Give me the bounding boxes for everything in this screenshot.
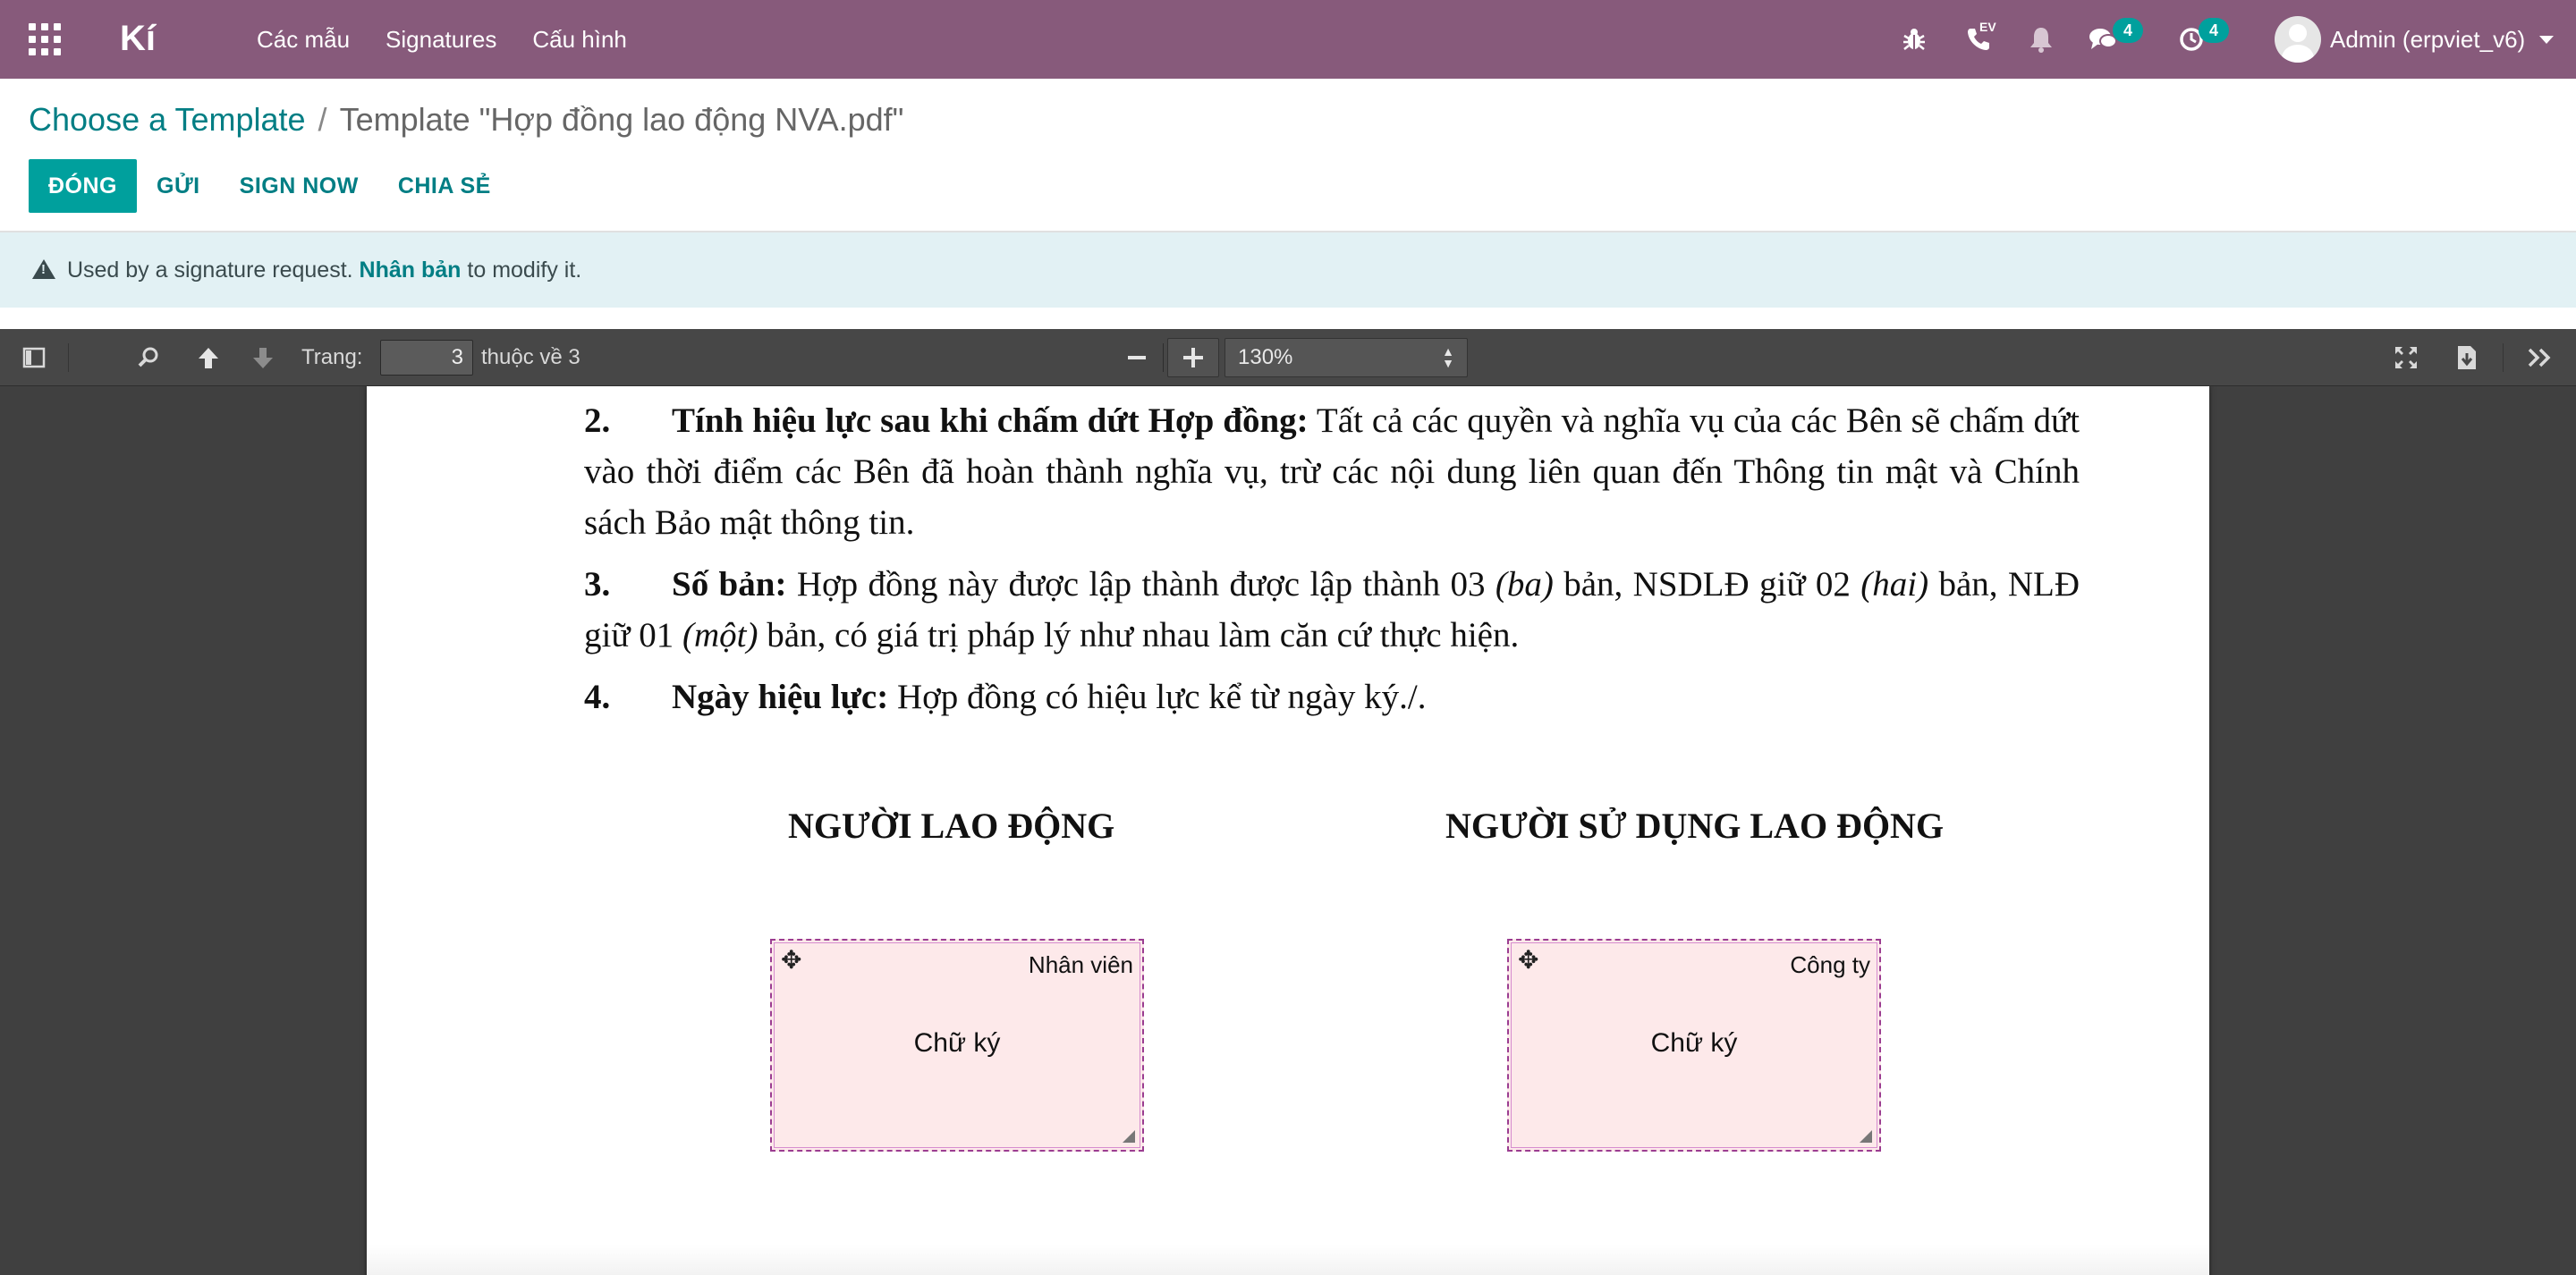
download-icon[interactable] xyxy=(2447,340,2487,376)
document-text: 2. Tính hiệu lực sau khi chấm dứt Hợp đồn… xyxy=(584,395,2080,722)
share-button[interactable]: CHIA SẺ xyxy=(378,159,511,213)
clause-title: Số bản: xyxy=(672,565,787,604)
employer-signature-field[interactable]: ✥ Công ty Chữ ký xyxy=(1507,939,1881,1152)
clause-2: 2. Tính hiệu lực sau khi chấm dứt Hợp đồn… xyxy=(584,395,2080,548)
app-menu-icon[interactable] xyxy=(29,23,61,55)
search-icon[interactable] xyxy=(129,340,168,376)
alert-prefix: Used by a signature request. xyxy=(66,258,353,283)
toolbar-divider xyxy=(68,343,69,372)
clause-title: Ngày hiệu lực: xyxy=(672,678,889,716)
top-navbar: Kí Các mẫu Signatures Cấu hình EV 4 4 Ad… xyxy=(0,0,2576,79)
breadcrumb-separator: / xyxy=(318,101,327,138)
duplicate-link[interactable]: Nhân bản xyxy=(360,258,462,283)
clause-text: Hợp đồng có hiệu lực kể từ ngày ký./. xyxy=(896,678,1427,716)
page-bottom-edge xyxy=(367,1245,2209,1275)
zoom-value: 130% xyxy=(1238,345,1293,369)
caret-down-icon xyxy=(2539,35,2555,44)
move-icon[interactable]: ✥ xyxy=(781,948,801,973)
clause-text: Hợp đồng này được lập thành được lập thà… xyxy=(796,565,1486,604)
clause-number: 2. xyxy=(584,401,611,440)
clause-text: bản, NSDLĐ giữ 02 xyxy=(1563,565,1851,604)
clause-text: bản, có giá trị pháp lý như nhau làm căn… xyxy=(767,616,1520,654)
alert-suffix: to modify it. xyxy=(467,258,582,283)
pdf-viewer: Trang: 3 thuộc về 3 130% ▲ ▼ 2. Tính hiệ… xyxy=(0,329,2576,1275)
messages-badge: 4 xyxy=(2113,18,2143,43)
menu-item-templates[interactable]: Các mẫu xyxy=(257,21,350,57)
resize-handle-icon[interactable] xyxy=(1860,1130,1872,1143)
info-alert: Used by a signature request. Nhân bản to… xyxy=(0,232,2576,308)
move-icon[interactable]: ✥ xyxy=(1518,948,1538,973)
menu-item-configuration[interactable]: Cấu hình xyxy=(532,21,627,57)
clause-3: 3. Số bản: Hợp đồng này được lập thành đư… xyxy=(584,559,2080,661)
breadcrumb: Choose a Template / Template "Hợp đồng lao… xyxy=(29,100,903,139)
sidebar-toggle-icon[interactable] xyxy=(14,340,54,376)
zoom-out-icon[interactable] xyxy=(1117,340,1157,376)
employer-heading: NGƯỜI SỬ DỤNG LAO ĐỘNG xyxy=(1445,806,1945,846)
field-type-label: Chữ ký xyxy=(913,1028,1001,1058)
user-name: Admin (erpviet_v6) xyxy=(2330,25,2526,53)
clause-4: 4. Ngày hiệu lực: Hợp đồng có hiệu lực kể… xyxy=(584,671,2080,722)
phone-badge: EV xyxy=(1979,20,1996,34)
signer-role: Nhân viên xyxy=(1028,951,1133,978)
pdf-canvas-area: 2. Tính hiệu lực sau khi chấm dứt Hợp đồn… xyxy=(0,386,2576,1275)
clause-title: Tính hiệu lực sau khi chấm dứt Hợp đồng: xyxy=(672,401,1309,440)
previous-page-icon[interactable] xyxy=(189,340,228,376)
select-arrows-icon: ▲ ▼ xyxy=(1442,344,1454,370)
avatar xyxy=(2275,16,2321,63)
breadcrumb-parent[interactable]: Choose a Template xyxy=(29,101,306,138)
close-button[interactable]: ĐÓNG xyxy=(29,159,137,213)
page-count-label: thuộc về 3 xyxy=(481,345,580,369)
clause-italic: (ba) xyxy=(1495,565,1554,604)
next-page-icon[interactable] xyxy=(243,340,283,376)
app-brand[interactable]: Kí xyxy=(120,16,156,61)
clause-number: 3. xyxy=(584,565,611,604)
pdf-toolbar: Trang: 3 thuộc về 3 130% ▲ ▼ xyxy=(0,329,2576,386)
breadcrumb-current: Template "Hợp đồng lao động NVA.pdf" xyxy=(339,101,904,138)
field-type-label: Chữ ký xyxy=(1650,1028,1738,1058)
zoom-divider xyxy=(1163,343,1164,372)
tools-menu-icon[interactable] xyxy=(2521,340,2560,376)
toolbar-divider xyxy=(2503,343,2504,372)
employee-signature-field[interactable]: ✥ Nhân viên Chữ ký xyxy=(770,939,1144,1152)
bell-icon[interactable] xyxy=(2023,20,2059,59)
clause-number: 4. xyxy=(584,678,611,716)
warning-icon xyxy=(32,259,55,279)
user-menu[interactable]: Admin (erpviet_v6) xyxy=(2275,14,2555,64)
bug-icon[interactable] xyxy=(1896,20,1932,59)
action-buttons: ĐÓNG GỬI SIGN NOW CHIA SẺ xyxy=(29,159,511,213)
clause-italic: (một) xyxy=(682,616,758,654)
fullscreen-icon[interactable] xyxy=(2386,340,2426,376)
zoom-select[interactable]: 130% ▲ ▼ xyxy=(1224,338,1468,377)
clause-italic: (hai) xyxy=(1860,565,1929,604)
zoom-in-icon[interactable] xyxy=(1174,340,1213,376)
employee-heading: NGƯỜI LAO ĐỘNG xyxy=(788,806,1115,846)
signer-role: Công ty xyxy=(1790,951,1870,978)
sign-now-button[interactable]: SIGN NOW xyxy=(220,159,378,213)
send-button[interactable]: GỬI xyxy=(137,159,220,213)
main-menu: Các mẫu Signatures Cấu hình xyxy=(257,21,627,57)
page-number-input[interactable]: 3 xyxy=(380,340,473,376)
page-label: Trang: xyxy=(301,345,363,369)
activities-badge: 4 xyxy=(2199,18,2229,43)
resize-handle-icon[interactable] xyxy=(1123,1130,1135,1143)
menu-item-signatures[interactable]: Signatures xyxy=(386,21,496,57)
pdf-page: 2. Tính hiệu lực sau khi chấm dứt Hợp đồn… xyxy=(367,386,2209,1275)
